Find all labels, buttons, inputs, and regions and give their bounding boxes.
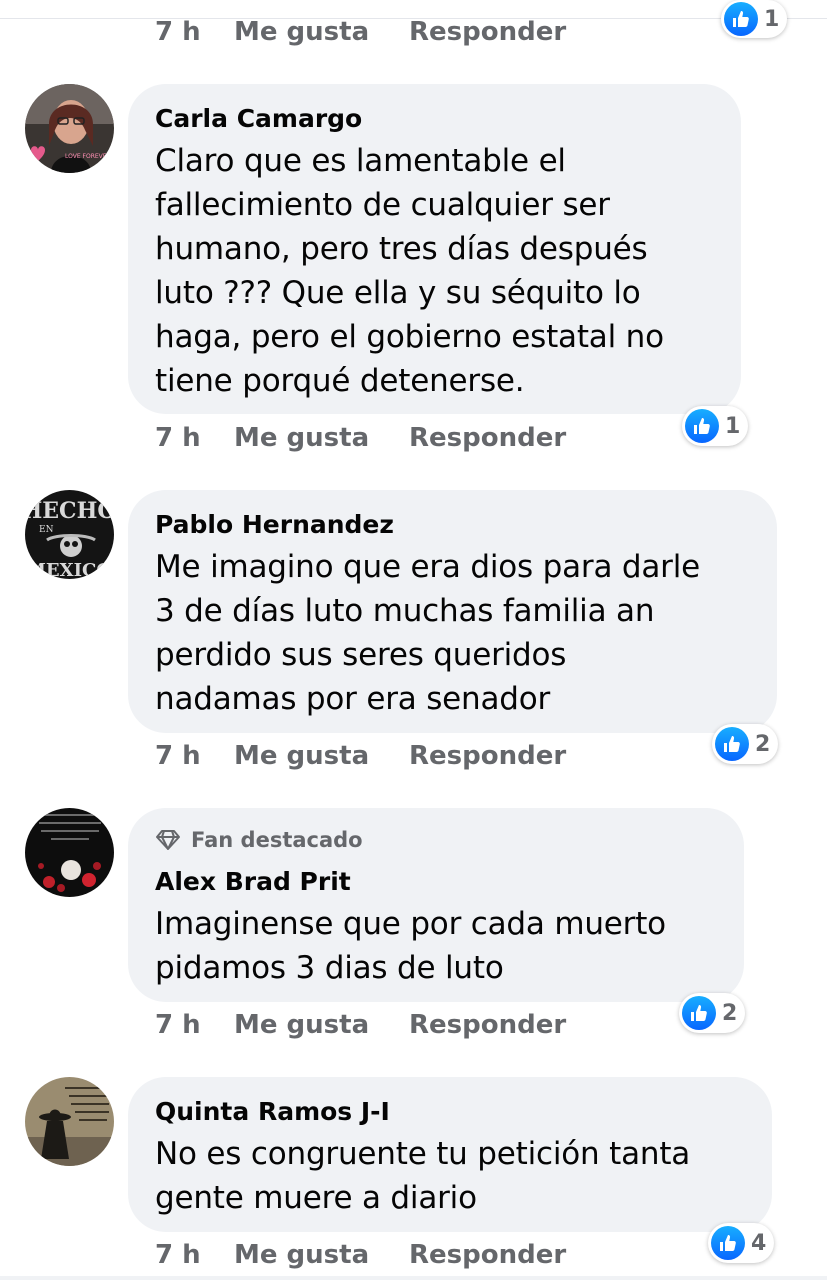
reply-button[interactable]: Responder bbox=[409, 1010, 566, 1040]
comment-text-line: humano, pero tres días después bbox=[155, 231, 648, 267]
reaction-badge[interactable]: 1 bbox=[682, 406, 749, 446]
reaction-count: 1 bbox=[764, 6, 780, 32]
thumbs-up-icon bbox=[682, 996, 716, 1030]
comment-text-line: gente muere a diario bbox=[155, 1180, 477, 1216]
svg-text:EN: EN bbox=[39, 525, 54, 535]
comment-bubble: Quinta Ramos J-I No es congruente tu pet… bbox=[128, 1077, 772, 1232]
comment-text-line: Claro que es lamentable el bbox=[155, 143, 566, 179]
comment-actions: 7 h Me gusta Responder bbox=[155, 1008, 566, 1042]
comment-text-line: luto ??? Que ella y su séquito lo bbox=[155, 275, 641, 311]
comment-time: 7 h bbox=[155, 17, 201, 47]
comment-bubble: Pablo Hernandez Me imagino que era dios … bbox=[128, 490, 777, 733]
reaction-count: 2 bbox=[722, 1000, 738, 1026]
thumbs-up-icon bbox=[711, 1226, 745, 1260]
comment-author[interactable]: Carla Camargo bbox=[155, 104, 362, 134]
reaction-badge[interactable]: 2 bbox=[679, 993, 746, 1033]
thumbs-up-icon bbox=[715, 727, 749, 761]
bottom-divider bbox=[0, 1276, 827, 1280]
avatar-alex-brad-prit[interactable] bbox=[25, 808, 114, 897]
reaction-badge-top[interactable]: 1 bbox=[721, 0, 788, 38]
reaction-count: 2 bbox=[755, 731, 771, 757]
comment-text-line: haga, pero el gobierno estatal no bbox=[155, 319, 664, 355]
like-button[interactable]: Me gusta bbox=[234, 423, 409, 453]
svg-text:HECHO: HECHO bbox=[25, 498, 114, 524]
comment-actions-top: 7 h Me gusta Responder bbox=[155, 15, 566, 49]
comment-text-line: Me imagino que era dios para darle bbox=[155, 549, 700, 585]
comment-text-line: tiene porqué detenerse. bbox=[155, 363, 525, 399]
comment-text-line: No es congruente tu petición tanta bbox=[155, 1136, 691, 1172]
fan-badge-label: Fan destacado bbox=[191, 828, 363, 852]
avatar-carla-camargo[interactable]: LOVE FOREVER bbox=[25, 84, 114, 173]
reply-button[interactable]: Responder bbox=[409, 423, 566, 453]
comment-actions: 7 h Me gusta Responder bbox=[155, 1238, 566, 1272]
comment-text-line: perdido sus seres queridos bbox=[155, 637, 567, 673]
comment-text-line: 3 de días luto muchas familia an bbox=[155, 593, 655, 629]
comment-time: 7 h bbox=[155, 1010, 201, 1040]
thumbs-up-icon bbox=[685, 409, 719, 443]
comment-author[interactable]: Quinta Ramos J-I bbox=[155, 1097, 390, 1127]
comment-author[interactable]: Alex Brad Prit bbox=[155, 867, 351, 897]
comment-bubble: Carla Camargo Claro que es lamentable el… bbox=[128, 84, 741, 414]
reply-button[interactable]: Responder bbox=[409, 1240, 566, 1270]
thumbs-up-icon bbox=[724, 2, 758, 36]
like-button[interactable]: Me gusta bbox=[234, 1240, 409, 1270]
reply-button[interactable]: Responder bbox=[409, 17, 566, 47]
comment-time: 7 h bbox=[155, 1240, 201, 1270]
diamond-icon bbox=[156, 830, 180, 850]
avatar-pablo-hernandez[interactable]: HECHO EN MEXICO bbox=[25, 490, 114, 579]
reaction-badge[interactable]: 4 bbox=[708, 1223, 775, 1263]
svg-text:MEXICO: MEXICO bbox=[26, 560, 112, 579]
comment-text-line: nadamas por era senador bbox=[155, 681, 551, 717]
comment-time: 7 h bbox=[155, 423, 201, 453]
avatar-quinta-ramos[interactable] bbox=[25, 1077, 114, 1166]
top-fan-badge: Fan destacado bbox=[155, 828, 363, 852]
comment-bubble: Fan destacado Alex Brad Prit Imaginense … bbox=[128, 808, 744, 1002]
comment-actions: 7 h Me gusta Responder bbox=[155, 421, 566, 455]
like-button[interactable]: Me gusta bbox=[234, 17, 409, 47]
reaction-badge[interactable]: 2 bbox=[712, 724, 779, 764]
reaction-count: 1 bbox=[725, 413, 741, 439]
like-button[interactable]: Me gusta bbox=[234, 1010, 409, 1040]
comment-time: 7 h bbox=[155, 741, 201, 771]
like-button[interactable]: Me gusta bbox=[234, 741, 409, 771]
comment-author[interactable]: Pablo Hernandez bbox=[155, 510, 394, 540]
reply-button[interactable]: Responder bbox=[409, 741, 566, 771]
comment-text-line: Imaginense que por cada muerto bbox=[155, 906, 666, 942]
comment-text-line: fallecimiento de cualquier ser bbox=[155, 187, 610, 223]
svg-text:LOVE FOREVER: LOVE FOREVER bbox=[65, 153, 111, 160]
comment-actions: 7 h Me gusta Responder bbox=[155, 739, 566, 773]
comment-text-line: pidamos 3 dias de luto bbox=[155, 950, 504, 986]
reaction-count: 4 bbox=[751, 1230, 767, 1256]
